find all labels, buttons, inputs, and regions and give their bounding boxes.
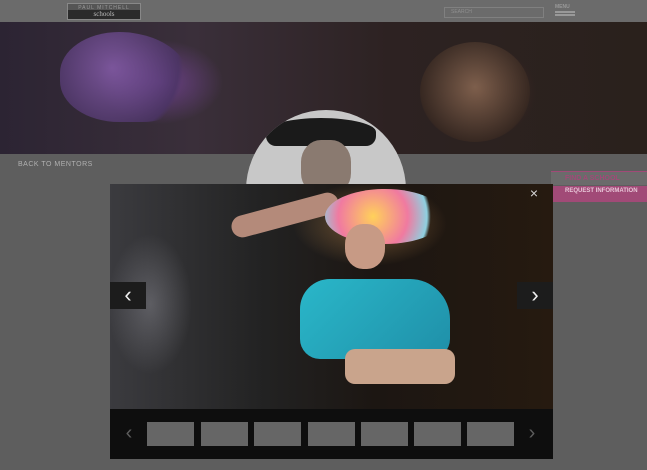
close-icon[interactable]: × [527, 186, 541, 200]
next-arrow-button[interactable]: › [517, 282, 553, 309]
thumbnail-4[interactable] [308, 422, 355, 446]
hero-photo-left [60, 32, 190, 122]
logo-bottom-text: schools [68, 10, 140, 19]
menu-bar-1 [555, 11, 575, 13]
menu-button[interactable]: MENU [555, 5, 575, 19]
thumbnail-next-icon[interactable]: › [525, 421, 539, 445]
thumbnail-strip: ‹ › [110, 417, 553, 451]
thumbnail-2[interactable] [201, 422, 248, 446]
photo-headpiece [325, 189, 445, 244]
photo-dress [300, 279, 450, 359]
thumbnail-5[interactable] [361, 422, 408, 446]
thumbnail-6[interactable] [414, 422, 461, 446]
search-input[interactable]: SEARCH [444, 7, 544, 18]
menu-label: MENU [555, 4, 570, 10]
gallery-main-photo [110, 184, 553, 409]
thumbnail-7[interactable] [467, 422, 514, 446]
menu-bar-2 [555, 14, 575, 16]
thumbnail-prev-icon[interactable]: ‹ [122, 421, 136, 445]
photo-face [345, 224, 385, 269]
paul-mitchell-schools-logo[interactable]: PAUL MITCHELL schools [67, 3, 141, 20]
thumbnail-1[interactable] [147, 422, 194, 446]
back-to-mentors-link[interactable]: BACK TO MENTORS [18, 161, 93, 168]
hero-photo-right [420, 42, 530, 142]
request-information-button[interactable]: REQUEST INFORMATION [551, 186, 647, 202]
site-header: PAUL MITCHELL schools SEARCH MENU [0, 0, 647, 22]
thumbnail-3[interactable] [254, 422, 301, 446]
photo-legs [345, 349, 455, 384]
previous-arrow-button[interactable]: ‹ [110, 282, 146, 309]
gallery-lightbox: × ‹ › ‹ › [110, 184, 553, 459]
find-a-school-button[interactable]: FIND A SCHOOL [551, 171, 647, 185]
